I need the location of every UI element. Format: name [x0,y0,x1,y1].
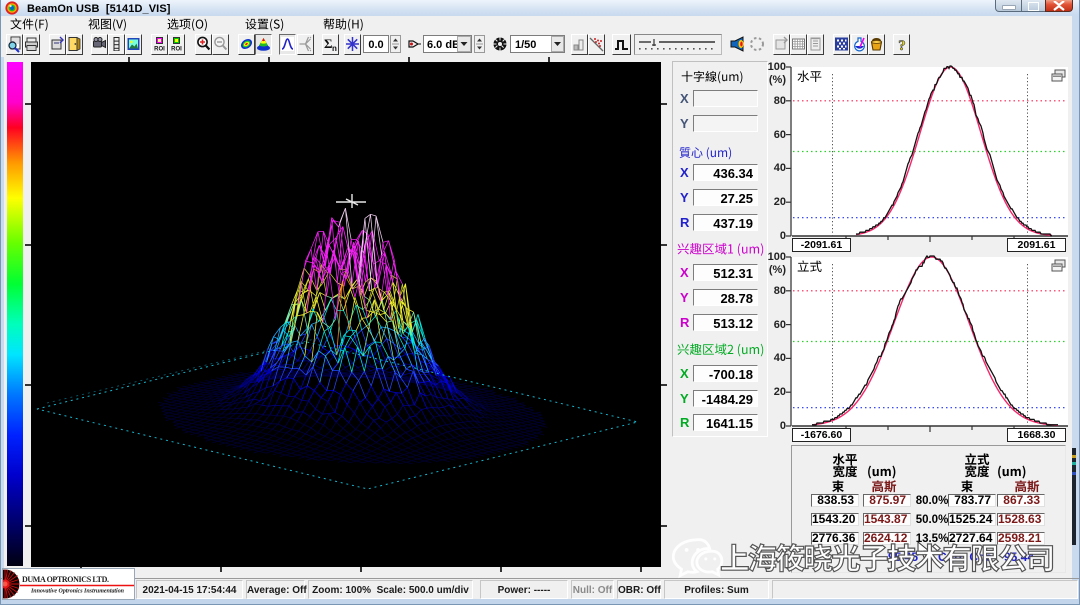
svg-text:ROI: ROI [171,47,182,53]
svg-text:DUMA OPTRONICS LTD.: DUMA OPTRONICS LTD. [22,575,109,584]
svg-text:?: ? [898,38,906,53]
svg-text:Innovative Optronics Instrumen: Innovative Optronics Instrumentation [30,589,125,595]
svg-text:n: n [332,44,337,53]
svg-text:ROI: ROI [154,47,165,53]
